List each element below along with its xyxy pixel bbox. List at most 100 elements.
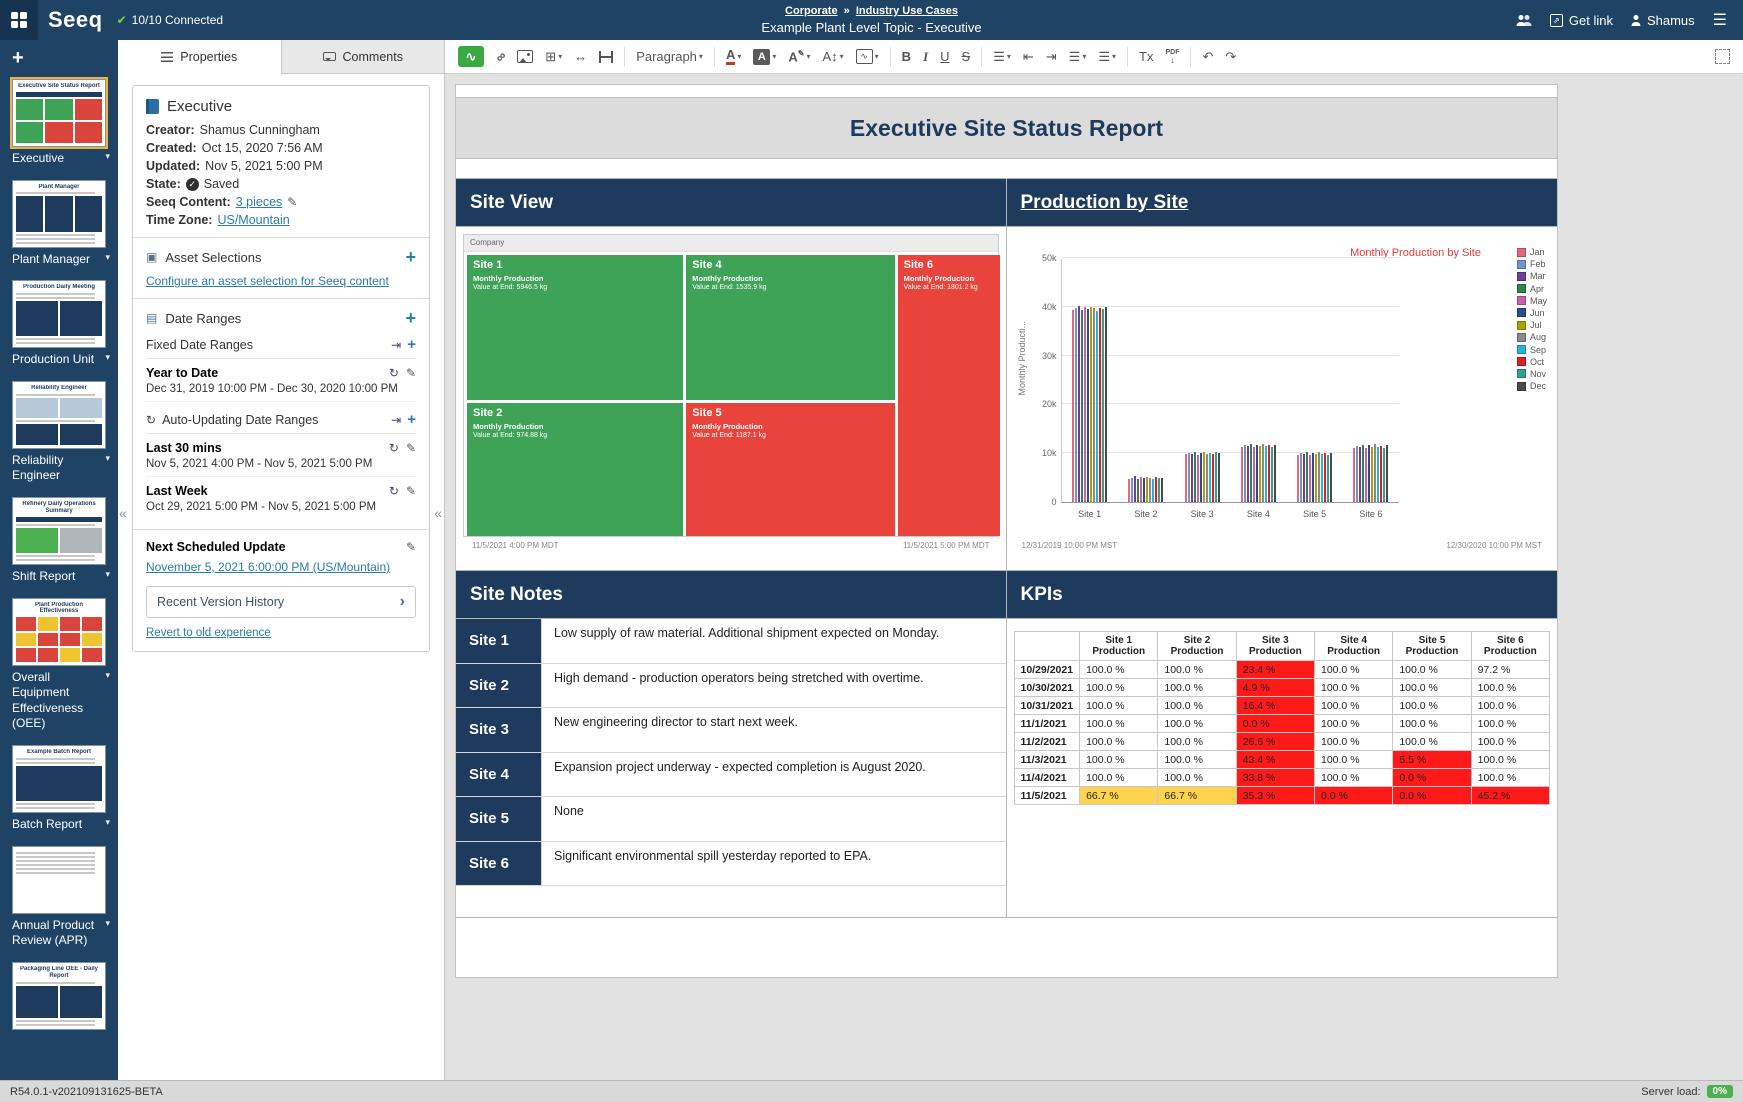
export-pdf[interactable]: PDF↓ <box>1160 46 1184 68</box>
italic[interactable]: I <box>918 46 933 68</box>
legend-item-dec[interactable]: Dec <box>1517 381 1547 391</box>
legend-item-feb[interactable]: Feb <box>1517 259 1547 269</box>
content-pieces-link[interactable]: 3 pieces <box>236 195 283 209</box>
clear-formatting[interactable]: Tx <box>1134 46 1158 67</box>
treemap-site-2[interactable]: Site 2Monthly ProductionValue at End: 97… <box>467 403 683 536</box>
font-family[interactable]: A✎▾ <box>783 46 815 67</box>
sidebar-item-plant-manager[interactable]: Plant ManagerPlant Manager▾ <box>0 175 118 276</box>
edit-content-icon[interactable]: ✎ <box>287 195 297 209</box>
step-to-end-icon[interactable]: ⇥ <box>391 338 401 352</box>
sidebar-item-partial-8[interactable]: Packaging Line OEE - Daily Report <box>0 957 118 1038</box>
strikethrough[interactable]: S <box>957 46 976 67</box>
insert-signature[interactable]: ∿▾ <box>851 46 884 67</box>
treemap-site-1[interactable]: Site 1Monthly ProductionValue at End: 59… <box>467 255 683 400</box>
sidebar-item-overall-equipment-effectiveness-oee[interactable]: Plant Production EffectivenessOverall Eq… <box>0 593 118 740</box>
insert-table[interactable]: ⊞▾ <box>540 46 567 68</box>
document-thumbnail[interactable]: Plant Production Effectiveness <box>12 598 106 666</box>
legend-item-nov[interactable]: Nov <box>1517 369 1547 379</box>
insert-date-range[interactable] <box>594 48 618 66</box>
document-thumbnail[interactable]: Example Batch Report <box>12 745 106 813</box>
chevron-down-icon[interactable]: ▾ <box>105 670 110 682</box>
legend-item-mar[interactable]: Mar <box>1517 271 1547 281</box>
refresh-icon[interactable]: ↻ <box>389 441 399 455</box>
get-link-button[interactable]: ⇗ Get link <box>1550 13 1613 28</box>
font-size[interactable]: A↕▾ <box>817 46 848 67</box>
highlight-color[interactable]: A▾ <box>748 46 781 68</box>
legend-item-apr[interactable]: Apr <box>1517 284 1547 294</box>
treemap-site-6[interactable]: Site 6Monthly ProductionValue at End: 18… <box>898 255 1001 536</box>
chevron-down-icon[interactable]: ▾ <box>105 453 110 465</box>
redo[interactable]: ↷ <box>1220 46 1241 68</box>
sidebar-item-reliability-engineer[interactable]: Reliability EngineerReliability Engineer… <box>0 376 118 492</box>
production-by-site-header[interactable]: Production by Site <box>1007 179 1558 227</box>
document-thumbnail[interactable]: Refinery Daily Operations Summary <box>12 497 106 565</box>
numbered-list[interactable]: ☰▾ <box>1064 46 1092 68</box>
treemap-site-4[interactable]: Site 4Monthly ProductionValue at End: 15… <box>686 255 894 400</box>
bold[interactable]: B <box>897 46 916 67</box>
users-icon[interactable] <box>1516 15 1532 26</box>
hamburger-menu-icon[interactable]: ☰ <box>1713 10 1727 30</box>
legend-item-jul[interactable]: Jul <box>1517 320 1547 330</box>
edit-range-icon[interactable]: ✎ <box>406 366 416 380</box>
toggle-content-borders[interactable] <box>1710 46 1735 67</box>
timezone-link[interactable]: US/Mountain <box>217 213 289 227</box>
sidebar-item-executive[interactable]: Executive Site Status ReportExecutive▾ <box>0 74 118 175</box>
sidebar-item-annual-product-review-apr[interactable]: Annual Product Review (APR)▾ <box>0 841 118 957</box>
document-thumbnail[interactable]: Production Daily Meeting <box>12 280 106 348</box>
collapse-sidebar-handle[interactable]: « <box>119 505 127 521</box>
treemap-site-5[interactable]: Site 5Monthly ProductionValue at End: 11… <box>686 403 894 536</box>
legend-item-oct[interactable]: Oct <box>1517 357 1547 367</box>
user-menu[interactable]: Shamus <box>1631 13 1695 28</box>
sidebar-item-production-unit[interactable]: Production Daily MeetingProduction Unit▾ <box>0 275 118 376</box>
legend-item-sep[interactable]: Sep <box>1517 345 1547 355</box>
kpi-table[interactable]: Site 1 ProductionSite 2 ProductionSite 3… <box>1014 631 1551 805</box>
refresh-icon[interactable]: ↻ <box>389 484 399 498</box>
fixed-width[interactable]: ↔ <box>569 46 592 67</box>
legend-item-jan[interactable]: Jan <box>1517 247 1547 257</box>
treemap[interactable]: Company Site 1Monthly ProductionValue at… <box>463 234 999 537</box>
sidebar-item-batch-report[interactable]: Example Batch ReportBatch Report▾ <box>0 740 118 841</box>
edit-schedule-icon[interactable]: ✎ <box>406 540 416 554</box>
add-auto-range-button[interactable]: + <box>407 412 416 427</box>
add-date-range-button[interactable]: + <box>405 309 416 327</box>
refresh-icon[interactable]: ↻ <box>389 366 399 380</box>
version-history-button[interactable]: Recent Version History › <box>146 586 416 618</box>
chevron-down-icon[interactable]: ▾ <box>105 817 110 829</box>
document-scroll-area[interactable]: Executive Site Status Report Site View P… <box>445 74 1743 1080</box>
align[interactable]: ☰▾ <box>988 46 1016 68</box>
insert-link[interactable]: ∞ <box>491 46 510 67</box>
sidebar-item-shift-report[interactable]: Refinery Daily Operations SummaryShift R… <box>0 492 118 593</box>
next-update-link[interactable]: November 5, 2021 6:00:00 PM (US/Mountain… <box>146 560 390 574</box>
indent[interactable]: ⇥ <box>1041 46 1062 68</box>
underline[interactable]: U <box>935 46 954 67</box>
undo[interactable]: ↶ <box>1197 46 1218 68</box>
document-thumbnail[interactable]: Executive Site Status Report <box>12 79 106 147</box>
document-thumbnail[interactable]: Packaging Line OEE - Daily Report <box>12 962 106 1030</box>
collapse-properties-handle[interactable]: « <box>434 505 442 521</box>
text-color[interactable]: A▾ <box>721 45 746 68</box>
step-to-end-icon[interactable]: ⇥ <box>391 413 401 427</box>
legend-item-may[interactable]: May <box>1517 296 1547 306</box>
insert-seeq-content[interactable]: ∿ <box>453 43 489 70</box>
chevron-down-icon[interactable]: ▾ <box>105 918 110 930</box>
outdent[interactable]: ⇤ <box>1018 46 1039 68</box>
chevron-down-icon[interactable]: ▾ <box>105 151 110 163</box>
insert-image[interactable] <box>512 47 538 66</box>
document-thumbnail[interactable] <box>12 846 106 914</box>
breadcrumb-industry-use-cases[interactable]: Industry Use Cases <box>856 5 958 17</box>
legend-item-jun[interactable]: Jun <box>1517 308 1547 318</box>
breadcrumb-corporate[interactable]: Corporate <box>785 5 838 17</box>
document-thumbnail[interactable]: Plant Manager <box>12 180 106 248</box>
chevron-down-icon[interactable]: ▾ <box>105 252 110 264</box>
add-asset-selection-button[interactable]: + <box>405 248 416 266</box>
legend-item-aug[interactable]: Aug <box>1517 332 1547 342</box>
edit-range-icon[interactable]: ✎ <box>406 484 416 498</box>
tab-properties[interactable]: Properties <box>118 40 282 74</box>
revert-link[interactable]: Revert to old experience <box>146 627 271 639</box>
tab-comments[interactable]: Comments <box>282 40 445 73</box>
add-fixed-range-button[interactable]: + <box>407 337 416 352</box>
app-switcher-button[interactable] <box>0 0 38 40</box>
add-document-button[interactable]: + <box>0 48 118 74</box>
chevron-down-icon[interactable]: ▾ <box>105 569 110 581</box>
bullet-list[interactable]: ☰▾ <box>1093 46 1121 68</box>
